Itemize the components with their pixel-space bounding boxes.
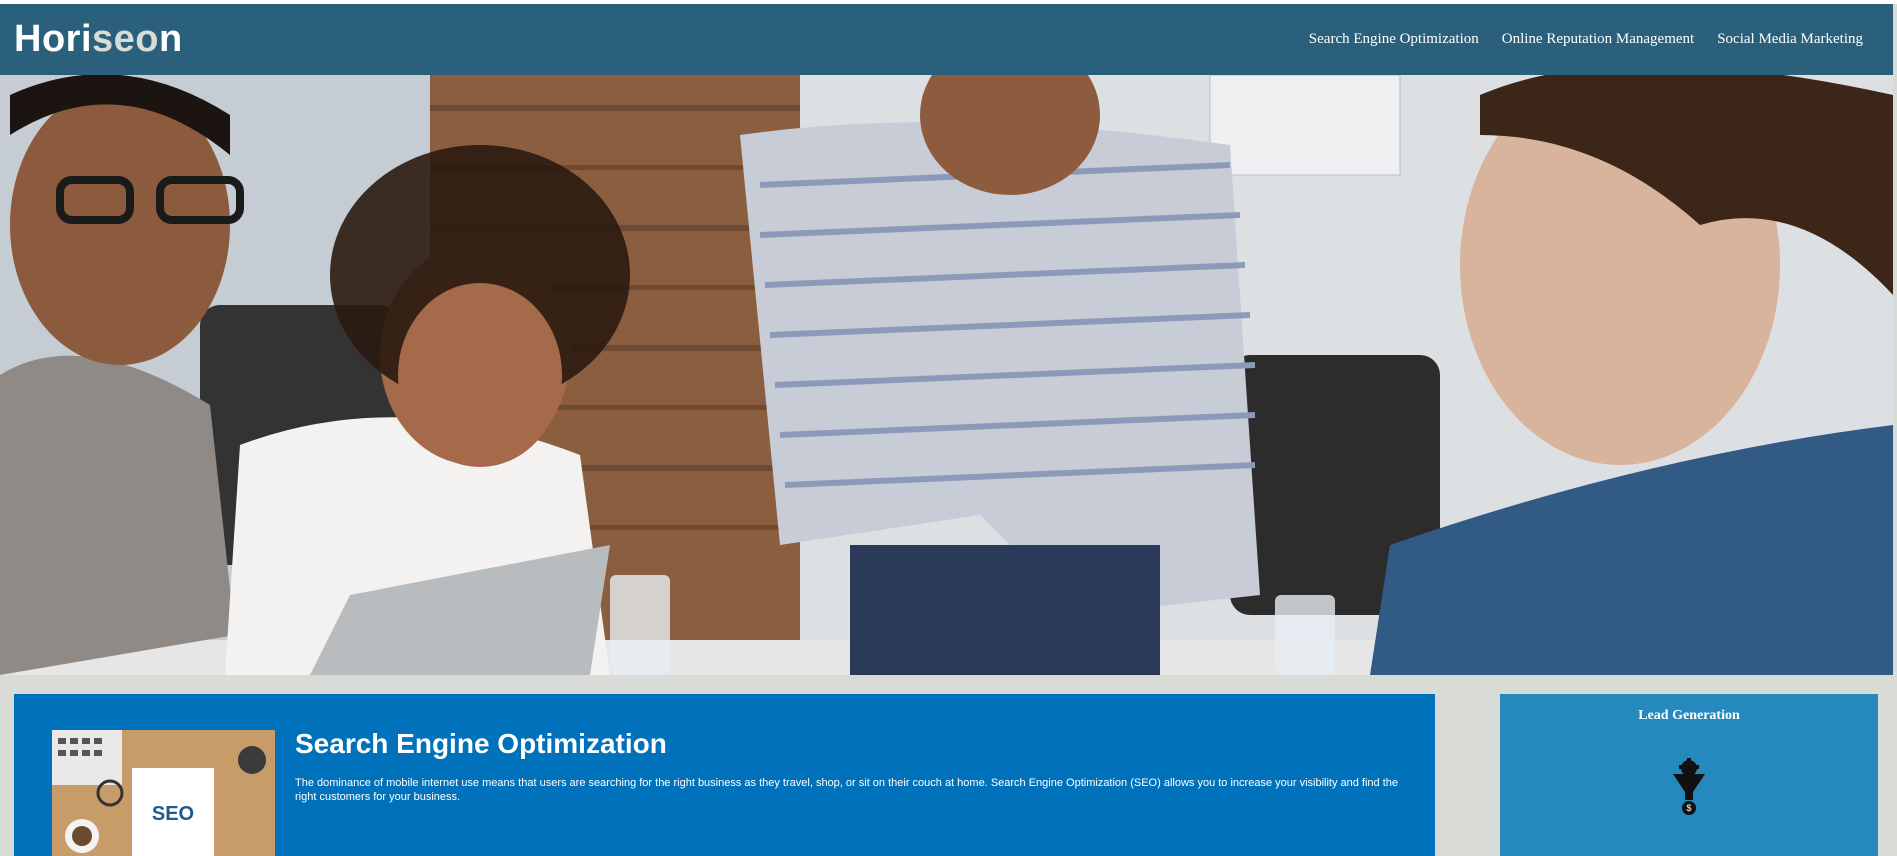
hero-image	[0, 75, 1893, 675]
benefits-sidebar: Lead Generation $	[1500, 694, 1878, 856]
person-left-shirt	[0, 355, 235, 675]
svg-text:$: $	[1686, 803, 1691, 813]
section-title: Search Engine Optimization	[295, 728, 667, 759]
section-text: The dominance of mobile internet use mea…	[295, 777, 1399, 803]
seo-desk-illustration: SEO	[52, 730, 275, 856]
water-glass-right	[1275, 595, 1335, 675]
pen-cup	[238, 746, 266, 774]
hero-photo-illustration	[0, 75, 1893, 675]
content-section-seo: SEO Search Engine Optimization The domin…	[14, 694, 1435, 856]
wall-chart	[1209, 75, 1401, 176]
logo-tail: n	[158, 18, 183, 60]
site-logo[interactable]: Horiseon	[14, 18, 183, 61]
water-glass	[610, 575, 670, 675]
nav-link-online-reputation-management[interactable]: Online Reputation Management	[1502, 31, 1694, 48]
logo-accent: seo	[92, 18, 159, 60]
seo-figure-label: SEO	[152, 803, 194, 825]
man-standing-jeans	[850, 545, 1160, 675]
main-nav: Search Engine Optimization Online Reputa…	[1309, 31, 1863, 48]
site-header: Horiseon Search Engine Optimization Onli…	[0, 4, 1893, 75]
benefit-text-clipped	[1512, 844, 1852, 852]
lead-funnel-icon: $	[1673, 758, 1705, 815]
nav-link-search-engine-optimization[interactable]: Search Engine Optimization	[1309, 31, 1479, 48]
nav-link-social-media-marketing[interactable]: Social Media Marketing	[1717, 31, 1863, 48]
seo-image: SEO	[52, 730, 275, 856]
benefit-title-lead-generation: Lead Generation	[1638, 708, 1740, 723]
logo-main: Hori	[14, 18, 92, 60]
